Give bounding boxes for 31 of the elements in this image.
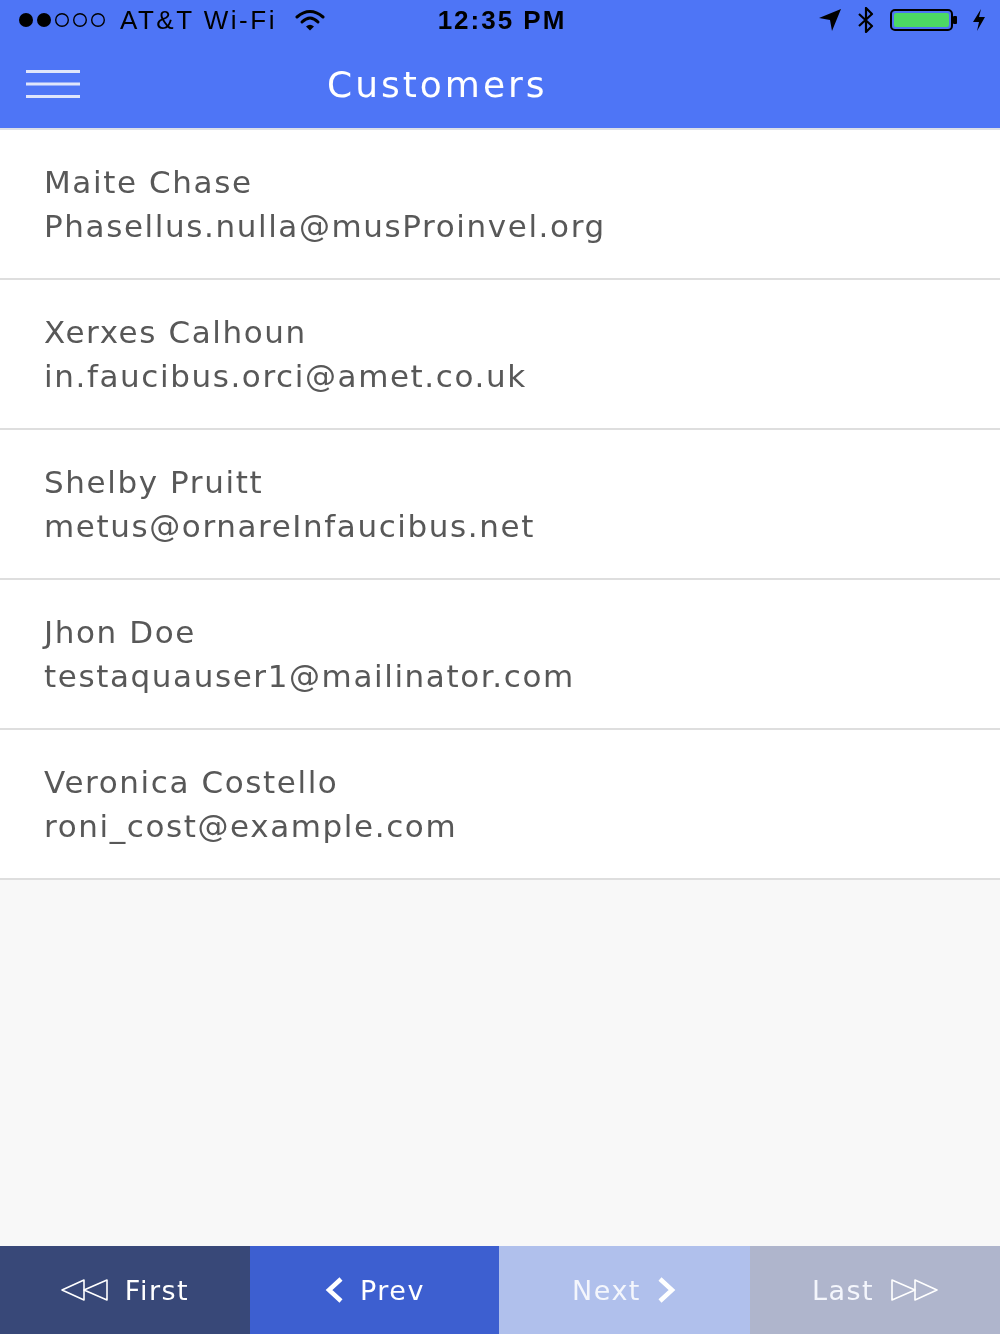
signal-strength-icon bbox=[18, 12, 108, 28]
customer-email: Phasellus.nulla@musProinvel.org bbox=[44, 207, 606, 246]
wifi-icon bbox=[294, 9, 325, 31]
status-time: 12:35 PM bbox=[437, 4, 567, 36]
customer-list-item[interactable]: Veronica Costello roni_cost@example.com bbox=[0, 730, 1000, 880]
battery-icon bbox=[890, 9, 958, 31]
chevron-right-icon bbox=[656, 1277, 677, 1303]
customer-list-item[interactable]: Jhon Doe testaquauser1@mailinator.com bbox=[0, 580, 1000, 730]
bluetooth-icon bbox=[856, 7, 876, 33]
customer-email: metus@ornareInfaucibus.net bbox=[44, 507, 535, 546]
menu-icon[interactable] bbox=[26, 70, 80, 98]
charging-bolt-icon bbox=[972, 9, 986, 31]
chevron-left-icon bbox=[324, 1277, 345, 1303]
customer-name: Shelby Pruitt bbox=[44, 463, 264, 502]
customer-email: testaquauser1@mailinator.com bbox=[44, 657, 575, 696]
customer-email: roni_cost@example.com bbox=[44, 807, 458, 846]
customer-name: Maite Chase bbox=[44, 163, 253, 202]
customer-list-item[interactable]: Maite Chase Phasellus.nulla@musProinvel.org bbox=[0, 130, 1000, 280]
page-title: Customers bbox=[327, 63, 548, 105]
pagination-button[interactable]: First bbox=[0, 1246, 250, 1334]
customer-name: Jhon Doe bbox=[44, 613, 196, 652]
double-left-triangle-icon bbox=[60, 1279, 109, 1301]
carrier-name: AT&T Wi-Fi bbox=[120, 4, 277, 36]
customer-email: in.faucibus.orci@amet.co.uk bbox=[44, 357, 527, 396]
pagination-button[interactable]: Prev bbox=[250, 1246, 499, 1334]
double-right-triangle-icon bbox=[890, 1279, 939, 1301]
customer-name: Veronica Costello bbox=[44, 763, 339, 802]
customer-list-item[interactable]: Xerxes Calhoun in.faucibus.orci@amet.co.uk bbox=[0, 280, 1000, 430]
location-arrow-icon bbox=[818, 8, 842, 32]
customer-list-item[interactable]: Shelby Pruitt metus@ornareInfaucibus.net bbox=[0, 430, 1000, 580]
customer-name: Xerxes Calhoun bbox=[44, 313, 307, 352]
